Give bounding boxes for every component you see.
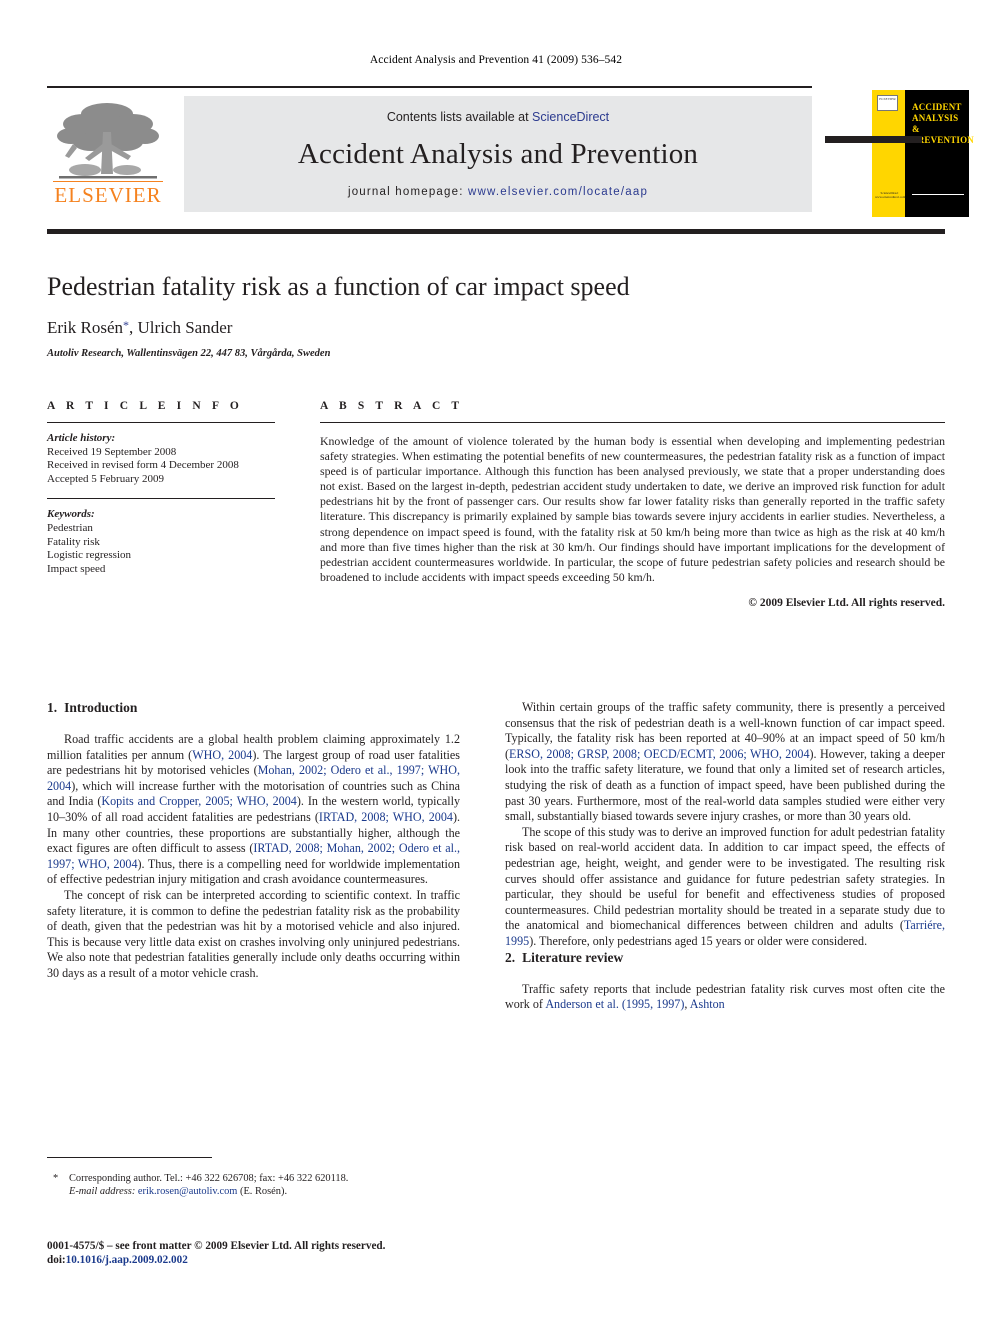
cover-sciencedirect-badge: ScienceDirect www.sciencedirect.com bbox=[875, 191, 906, 199]
cover-title-line-1: ACCIDENT bbox=[912, 102, 962, 112]
journal-title: Accident Analysis and Prevention bbox=[297, 138, 699, 170]
keyword-item: Impact speed bbox=[47, 562, 106, 575]
abstract-rule-top bbox=[320, 422, 945, 423]
issn-copyright-line: 0001-4575/$ – see front matter © 2009 El… bbox=[47, 1240, 386, 1252]
text-run: The scope of this study was to derive an… bbox=[505, 824, 945, 933]
cover-divider-rule bbox=[912, 194, 964, 195]
author-affiliation: Autoliv Research, Wallentinsvägen 22, 44… bbox=[47, 348, 331, 359]
abstract-text: Knowledge of the amount of violence tole… bbox=[320, 434, 945, 584]
email-link[interactable]: erik.rosen@autoliv.com bbox=[138, 1186, 238, 1197]
body-column-left: 1. Introduction Road traffic accidents ar… bbox=[47, 700, 460, 982]
email-owner: (E. Rosén). bbox=[240, 1186, 288, 1198]
article-history-item: Received in revised form 4 December 2008 bbox=[47, 459, 239, 472]
body-column-right: Within certain groups of the traffic saf… bbox=[505, 700, 945, 1013]
paper-page: Accident Analysis and Prevention 41 (200… bbox=[0, 0, 992, 1323]
abstract-heading: A B S T R A C T bbox=[320, 400, 464, 412]
keywords-label: Keywords: bbox=[47, 508, 95, 521]
section-number: 2. bbox=[505, 949, 516, 965]
paragraph: Traffic safety reports that include pede… bbox=[505, 982, 945, 1013]
citation[interactable]: Ashton bbox=[690, 997, 725, 1011]
keywords-group: Keywords: Pedestrian Fatality risk Logis… bbox=[47, 508, 275, 576]
citation[interactable]: Kopits and Cropper, 2005; WHO, 2004 bbox=[101, 794, 296, 808]
sciencedirect-link[interactable]: ScienceDirect bbox=[532, 110, 609, 124]
page-title: Pedestrian fatality risk as a function o… bbox=[47, 272, 630, 301]
doi-link[interactable]: 10.1016/j.aap.2009.02.002 bbox=[66, 1254, 188, 1266]
paragraph: Within certain groups of the traffic saf… bbox=[505, 700, 945, 825]
paragraph: The scope of this study was to derive an… bbox=[505, 825, 945, 950]
paragraph: Road traffic accidents are a global heal… bbox=[47, 732, 460, 888]
author-list: Erik Rosén*, Ulrich Sander bbox=[47, 318, 787, 338]
article-history-item: Accepted 5 February 2009 bbox=[47, 472, 164, 485]
cover-title-line-2: ANALYSIS bbox=[912, 113, 959, 123]
section-heading-introduction: 1. Introduction bbox=[47, 700, 460, 716]
elsevier-logo: ELSEVIER bbox=[49, 96, 167, 212]
cover-elsevier-badge: ELSEVIER bbox=[877, 95, 898, 111]
section-title: Literature review bbox=[522, 949, 624, 965]
article-history-group: Article history: Received 19 September 2… bbox=[47, 432, 275, 486]
citation[interactable]: WHO, 2004 bbox=[192, 748, 252, 762]
citation[interactable]: ERSO, 2008; GRSP, 2008; OECD/ECMT, 2006;… bbox=[509, 747, 809, 761]
doi-label: doi: bbox=[47, 1254, 66, 1267]
article-info-rule-top bbox=[47, 422, 275, 423]
keyword-item: Fatality risk bbox=[47, 535, 100, 548]
cover-base-bar bbox=[825, 136, 922, 143]
footnote-body: Corresponding author. Tel.: +46 322 6267… bbox=[69, 1172, 460, 1198]
footnote-marker: * bbox=[53, 1173, 59, 1184]
cover-title-line-3: & bbox=[912, 124, 920, 134]
doi-line: doi:10.1016/j.aap.2009.02.002 bbox=[47, 1253, 487, 1267]
citation[interactable]: Anderson et al. (1995, 1997) bbox=[545, 997, 684, 1011]
journal-banner: Contents lists available at ScienceDirec… bbox=[184, 96, 812, 212]
article-info-rule-mid bbox=[47, 498, 275, 500]
journal-masthead: ELSEVIER Contents lists available at Sci… bbox=[47, 86, 974, 222]
abstract-column: A B S T R A C T Knowledge of the amount … bbox=[320, 400, 945, 609]
keyword-item: Logistic regression bbox=[47, 549, 132, 562]
author-secondary: , Ulrich Sander bbox=[129, 318, 233, 337]
text-run: ). Therefore, only pedestrians aged 15 y… bbox=[529, 933, 868, 948]
paragraph: The concept of risk can be interpreted a… bbox=[47, 887, 460, 980]
homepage-prefix: journal homepage: bbox=[347, 186, 468, 198]
journal-homepage-link[interactable]: www.elsevier.com/locate/aap bbox=[468, 186, 648, 198]
article-info-column: A R T I C L E I N F O Article history: R… bbox=[47, 400, 275, 576]
masthead-bottom-rule bbox=[47, 229, 945, 234]
elsevier-wordmark: ELSEVIER bbox=[53, 181, 163, 207]
abstract-copyright: © 2009 Elsevier Ltd. All rights reserved… bbox=[748, 596, 945, 609]
journal-cover-thumbnail: ELSEVIER ACCIDENT ANALYSIS & PREVENTION … bbox=[872, 90, 974, 217]
cover-sd-url: www.sciencedirect.com bbox=[875, 195, 906, 199]
title-block: Pedestrian fatality risk as a function o… bbox=[47, 272, 787, 359]
contents-prefix: Contents lists available at bbox=[386, 110, 533, 124]
article-history-label: Article history: bbox=[47, 432, 116, 444]
article-history-item: Received 19 September 2008 bbox=[47, 445, 177, 458]
section-number: 1. bbox=[47, 700, 58, 715]
keyword-item: Pedestrian bbox=[47, 521, 93, 534]
section-title: Introduction bbox=[64, 700, 138, 715]
corresponding-author-text: Corresponding author. Tel.: +46 322 6267… bbox=[69, 1173, 349, 1184]
author-primary: Erik Rosén bbox=[47, 318, 124, 337]
footnote-rule bbox=[47, 1157, 212, 1158]
imprint-block: 0001-4575/$ – see front matter © 2009 El… bbox=[47, 1239, 487, 1268]
email-label: E-mail address: bbox=[69, 1186, 136, 1198]
journal-homepage-line: journal homepage: www.elsevier.com/locat… bbox=[184, 186, 812, 198]
section-heading-literature-review: 2. Literature review bbox=[505, 950, 945, 966]
elsevier-tree-icon bbox=[57, 103, 159, 179]
contents-available-line: Contents lists available at ScienceDirec… bbox=[184, 110, 812, 124]
masthead-top-rule bbox=[47, 86, 812, 88]
corresponding-author-footnote: * Corresponding author. Tel.: +46 322 62… bbox=[47, 1172, 460, 1198]
running-head: Accident Analysis and Prevention 41 (200… bbox=[369, 54, 623, 66]
article-info-heading: A R T I C L E I N F O bbox=[47, 400, 243, 412]
citation[interactable]: IRTAD, 2008; WHO, 2004 bbox=[319, 810, 453, 824]
